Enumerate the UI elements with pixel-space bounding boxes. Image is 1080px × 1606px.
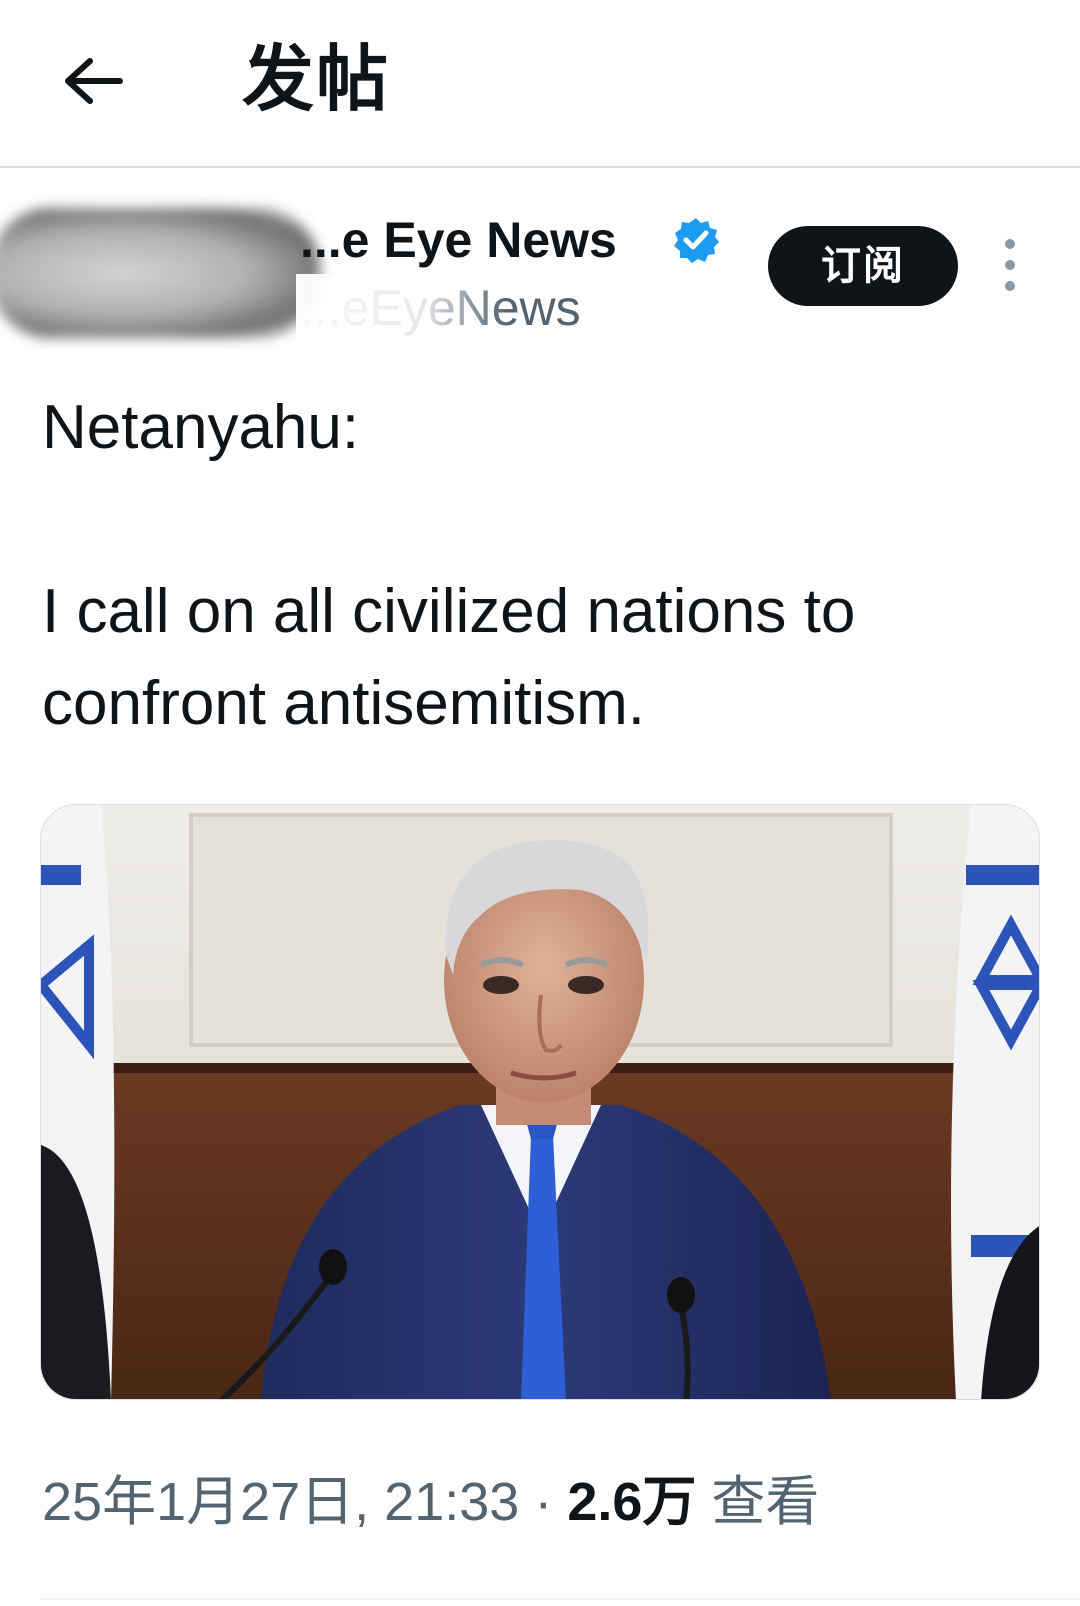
- timestamp[interactable]: 25年1月27日, 21:33: [42, 1472, 519, 1532]
- tweet-line-1: Netanyahu:: [42, 393, 360, 462]
- meta-separator: ·: [534, 1472, 553, 1532]
- page-title: 发帖: [242, 40, 391, 120]
- tweet-meta: 25年1月27日, 21:33 · 2.6万 查看: [42, 1470, 819, 1534]
- divider: [40, 1598, 1080, 1600]
- more-dot: [1005, 239, 1015, 249]
- redaction-fade: [296, 274, 506, 342]
- more-dot: [1005, 260, 1015, 270]
- back-button[interactable]: [58, 46, 128, 116]
- verified-badge-icon: [674, 218, 719, 263]
- tweet-text: Netanyahu: I call on all civilized natio…: [42, 382, 1042, 750]
- photo-illustration: [41, 805, 1039, 1399]
- author-display-name[interactable]: ...e Eye News: [300, 210, 617, 270]
- views-label: 查看: [711, 1472, 820, 1532]
- more-dot: [1005, 281, 1015, 291]
- arrow-left-icon: [65, 58, 123, 104]
- author-row: ...e Eye News ...eEyeNews 订阅: [0, 190, 1080, 350]
- top-bar: 发帖: [0, 0, 1080, 168]
- tweet-line-2: I call on all civilized nations to confr…: [42, 577, 856, 738]
- more-vertical-icon[interactable]: [990, 230, 1030, 300]
- views-count: 2.6万: [567, 1472, 697, 1532]
- subscribe-button[interactable]: 订阅: [768, 226, 958, 306]
- redacted-avatar-area: [0, 208, 320, 338]
- tweet-photo[interactable]: [40, 804, 1040, 1400]
